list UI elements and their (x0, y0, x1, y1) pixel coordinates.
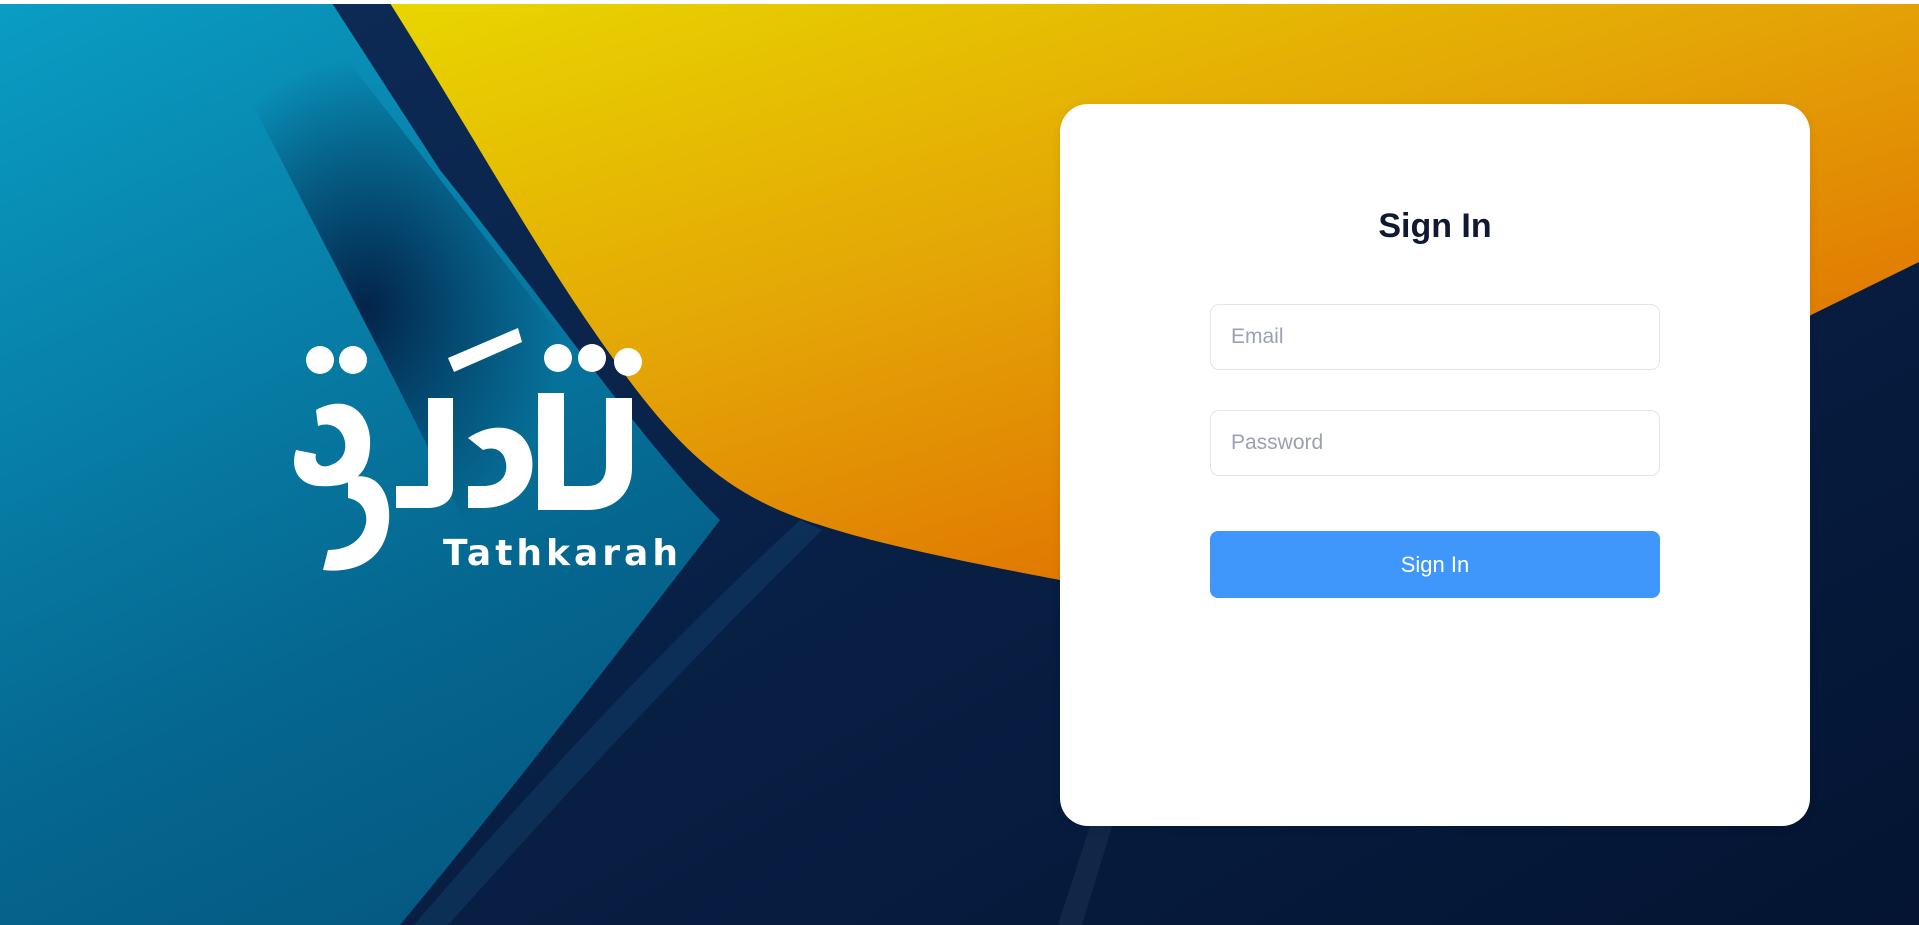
logo-wordmark: Tathkarah (443, 533, 682, 574)
password-field[interactable] (1210, 410, 1660, 476)
top-strip (0, 0, 1919, 4)
page-title: Sign In (1378, 207, 1492, 245)
login-page: Tathkarah Sign In Sign In (0, 0, 1919, 925)
email-field[interactable] (1210, 304, 1660, 370)
sign-in-button[interactable]: Sign In (1210, 531, 1660, 598)
